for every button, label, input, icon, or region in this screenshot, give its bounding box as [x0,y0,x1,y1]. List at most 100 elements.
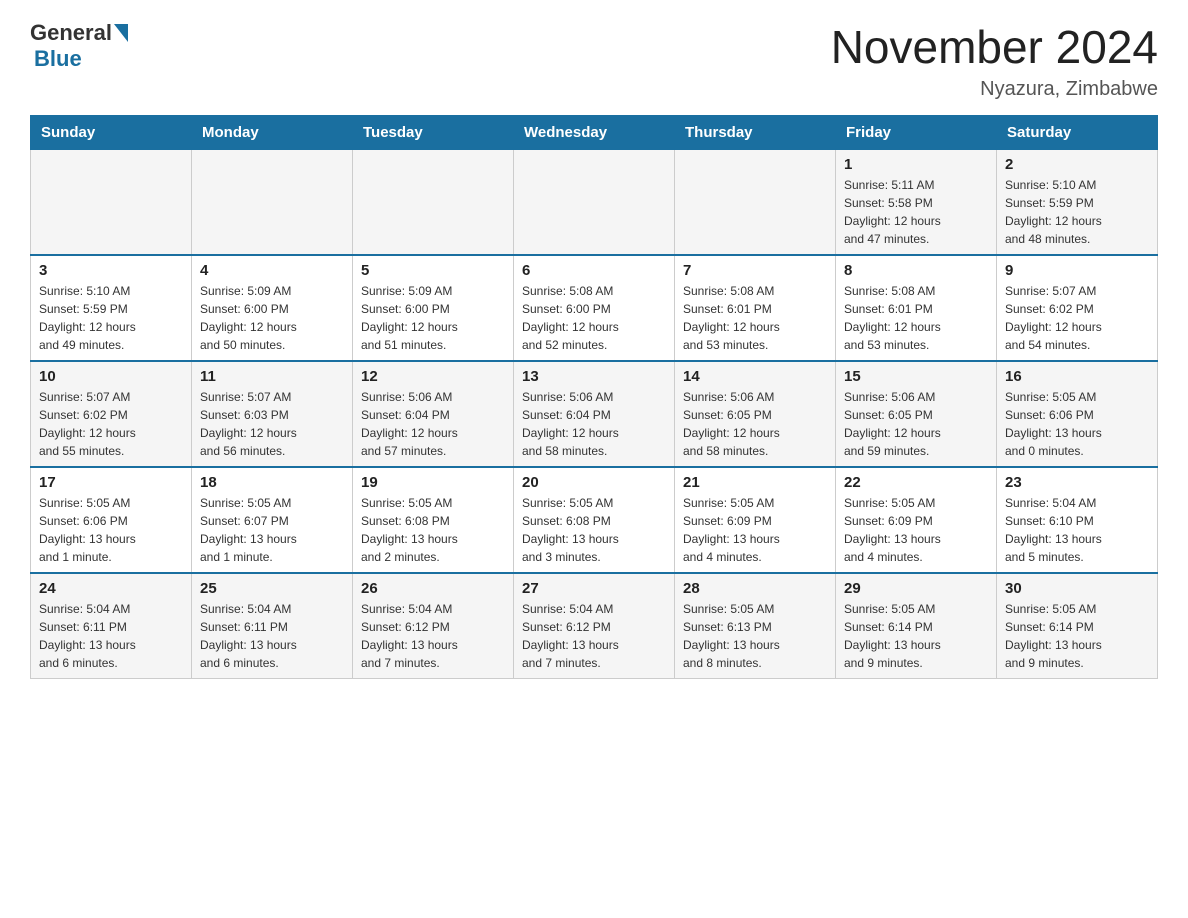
day-number: 5 [361,262,505,279]
day-info: Sunrise: 5:05 AM Sunset: 6:07 PM Dayligh… [200,494,344,566]
day-number: 18 [200,474,344,491]
day-info: Sunrise: 5:08 AM Sunset: 6:01 PM Dayligh… [844,282,988,354]
page-header: General Blue November 2024 Nyazura, Zimb… [30,20,1158,101]
week-row-1: 1 Sunrise: 5:11 AM Sunset: 5:58 PM Daylig… [31,150,1158,256]
calendar-cell: 24 Sunrise: 5:04 AM Sunset: 6:11 PM Dayli… [31,573,192,679]
day-number: 2 [1005,156,1149,173]
calendar-table: SundayMondayTuesdayWednesdayThursdayFrid… [30,115,1158,679]
day-number: 15 [844,368,988,385]
day-info: Sunrise: 5:11 AM Sunset: 5:58 PM Dayligh… [844,176,988,248]
calendar-cell [31,150,192,256]
day-number: 29 [844,580,988,597]
calendar-cell: 2 Sunrise: 5:10 AM Sunset: 5:59 PM Daylig… [997,150,1158,256]
day-number: 1 [844,156,988,173]
calendar-cell: 13 Sunrise: 5:06 AM Sunset: 6:04 PM Dayli… [514,361,675,467]
day-info: Sunrise: 5:08 AM Sunset: 6:01 PM Dayligh… [683,282,827,354]
logo-triangle-icon [114,24,128,42]
day-info: Sunrise: 5:10 AM Sunset: 5:59 PM Dayligh… [39,282,183,354]
weekday-header-monday: Monday [192,116,353,150]
month-title: November 2024 [831,20,1158,74]
day-info: Sunrise: 5:09 AM Sunset: 6:00 PM Dayligh… [200,282,344,354]
day-info: Sunrise: 5:05 AM Sunset: 6:13 PM Dayligh… [683,600,827,672]
day-number: 30 [1005,580,1149,597]
location-text: Nyazura, Zimbabwe [831,78,1158,101]
day-number: 6 [522,262,666,279]
weekday-header-saturday: Saturday [997,116,1158,150]
day-number: 26 [361,580,505,597]
day-number: 24 [39,580,183,597]
calendar-cell [353,150,514,256]
day-number: 8 [844,262,988,279]
calendar-cell: 1 Sunrise: 5:11 AM Sunset: 5:58 PM Daylig… [836,150,997,256]
calendar-cell: 14 Sunrise: 5:06 AM Sunset: 6:05 PM Dayli… [675,361,836,467]
day-number: 23 [1005,474,1149,491]
day-number: 28 [683,580,827,597]
calendar-cell: 7 Sunrise: 5:08 AM Sunset: 6:01 PM Daylig… [675,255,836,361]
calendar-cell: 27 Sunrise: 5:04 AM Sunset: 6:12 PM Dayli… [514,573,675,679]
weekday-header-row: SundayMondayTuesdayWednesdayThursdayFrid… [31,116,1158,150]
day-info: Sunrise: 5:07 AM Sunset: 6:02 PM Dayligh… [39,388,183,460]
day-info: Sunrise: 5:04 AM Sunset: 6:12 PM Dayligh… [522,600,666,672]
day-info: Sunrise: 5:05 AM Sunset: 6:08 PM Dayligh… [361,494,505,566]
day-number: 4 [200,262,344,279]
weekday-header-wednesday: Wednesday [514,116,675,150]
calendar-cell: 26 Sunrise: 5:04 AM Sunset: 6:12 PM Dayli… [353,573,514,679]
day-info: Sunrise: 5:04 AM Sunset: 6:10 PM Dayligh… [1005,494,1149,566]
calendar-cell: 11Sunrise: 5:07 AM Sunset: 6:03 PM Dayli… [192,361,353,467]
calendar-cell [192,150,353,256]
calendar-cell: 3 Sunrise: 5:10 AM Sunset: 5:59 PM Daylig… [31,255,192,361]
day-info: Sunrise: 5:10 AM Sunset: 5:59 PM Dayligh… [1005,176,1149,248]
day-info: Sunrise: 5:06 AM Sunset: 6:04 PM Dayligh… [522,388,666,460]
calendar-cell: 19 Sunrise: 5:05 AM Sunset: 6:08 PM Dayli… [353,467,514,573]
calendar-cell: 12Sunrise: 5:06 AM Sunset: 6:04 PM Dayli… [353,361,514,467]
day-number: 7 [683,262,827,279]
weekday-header-thursday: Thursday [675,116,836,150]
calendar-cell: 4 Sunrise: 5:09 AM Sunset: 6:00 PM Daylig… [192,255,353,361]
week-row-4: 17 Sunrise: 5:05 AM Sunset: 6:06 PM Dayli… [31,467,1158,573]
calendar-cell: 21Sunrise: 5:05 AM Sunset: 6:09 PM Dayli… [675,467,836,573]
day-number: 10 [39,368,183,385]
day-number: 14 [683,368,827,385]
calendar-cell [675,150,836,256]
calendar-cell: 18 Sunrise: 5:05 AM Sunset: 6:07 PM Dayli… [192,467,353,573]
calendar-cell: 28 Sunrise: 5:05 AM Sunset: 6:13 PM Dayli… [675,573,836,679]
day-info: Sunrise: 5:05 AM Sunset: 6:06 PM Dayligh… [39,494,183,566]
weekday-header-friday: Friday [836,116,997,150]
day-info: Sunrise: 5:06 AM Sunset: 6:05 PM Dayligh… [683,388,827,460]
day-number: 17 [39,474,183,491]
calendar-cell [514,150,675,256]
day-info: Sunrise: 5:08 AM Sunset: 6:00 PM Dayligh… [522,282,666,354]
calendar-cell: 17 Sunrise: 5:05 AM Sunset: 6:06 PM Dayli… [31,467,192,573]
week-row-3: 10 Sunrise: 5:07 AM Sunset: 6:02 PM Dayli… [31,361,1158,467]
calendar-cell: 15 Sunrise: 5:06 AM Sunset: 6:05 PM Dayli… [836,361,997,467]
day-number: 11 [200,368,344,385]
day-number: 27 [522,580,666,597]
day-number: 22 [844,474,988,491]
logo-blue-text: Blue [34,46,82,72]
day-number: 3 [39,262,183,279]
calendar-cell: 25Sunrise: 5:04 AM Sunset: 6:11 PM Dayli… [192,573,353,679]
calendar-cell: 5 Sunrise: 5:09 AM Sunset: 6:00 PM Daylig… [353,255,514,361]
calendar-cell: 30Sunrise: 5:05 AM Sunset: 6:14 PM Dayli… [997,573,1158,679]
day-info: Sunrise: 5:04 AM Sunset: 6:11 PM Dayligh… [39,600,183,672]
day-info: Sunrise: 5:07 AM Sunset: 6:02 PM Dayligh… [1005,282,1149,354]
logo-top: General [30,20,130,46]
day-info: Sunrise: 5:06 AM Sunset: 6:05 PM Dayligh… [844,388,988,460]
day-info: Sunrise: 5:05 AM Sunset: 6:08 PM Dayligh… [522,494,666,566]
day-number: 19 [361,474,505,491]
day-info: Sunrise: 5:06 AM Sunset: 6:04 PM Dayligh… [361,388,505,460]
day-number: 9 [1005,262,1149,279]
logo-general-text: General [30,20,112,46]
day-number: 16 [1005,368,1149,385]
calendar-cell: 22Sunrise: 5:05 AM Sunset: 6:09 PM Dayli… [836,467,997,573]
calendar-cell: 10 Sunrise: 5:07 AM Sunset: 6:02 PM Dayli… [31,361,192,467]
calendar-cell: 6 Sunrise: 5:08 AM Sunset: 6:00 PM Daylig… [514,255,675,361]
week-row-5: 24 Sunrise: 5:04 AM Sunset: 6:11 PM Dayli… [31,573,1158,679]
calendar-cell: 16Sunrise: 5:05 AM Sunset: 6:06 PM Dayli… [997,361,1158,467]
day-info: Sunrise: 5:09 AM Sunset: 6:00 PM Dayligh… [361,282,505,354]
title-area: November 2024 Nyazura, Zimbabwe [831,20,1158,101]
day-info: Sunrise: 5:04 AM Sunset: 6:12 PM Dayligh… [361,600,505,672]
calendar-cell: 23 Sunrise: 5:04 AM Sunset: 6:10 PM Dayli… [997,467,1158,573]
day-number: 13 [522,368,666,385]
logo: General Blue [30,20,130,72]
